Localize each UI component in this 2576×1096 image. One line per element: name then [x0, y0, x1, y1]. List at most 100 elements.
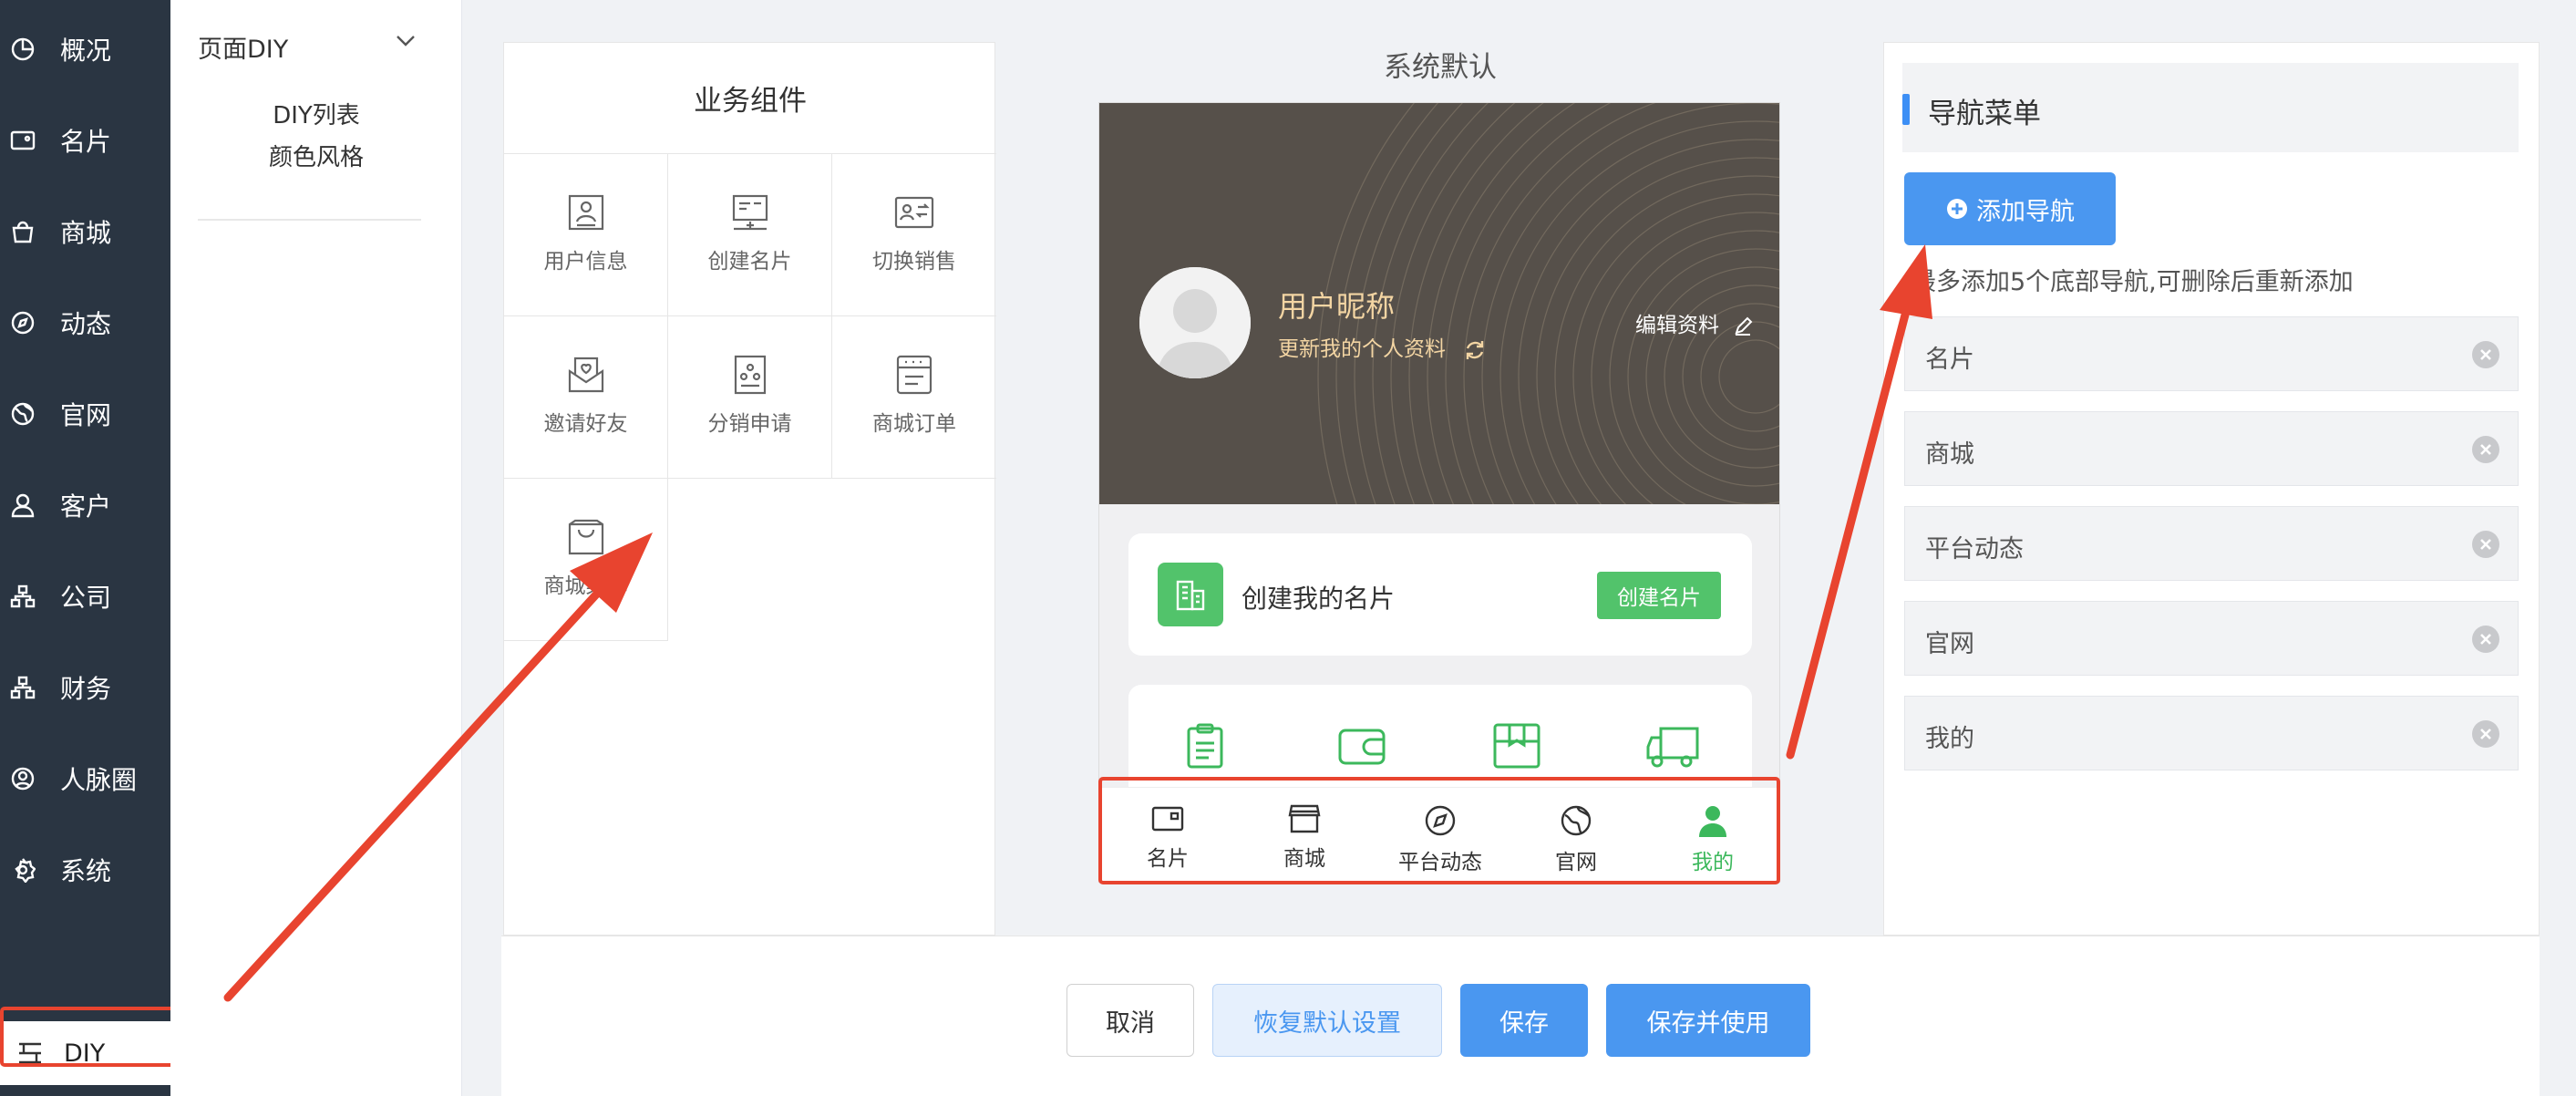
nav-item[interactable]: 名片 — [1904, 316, 2519, 391]
profile-header: 用户昵称 更新我的个人资料 编辑资料 — [1099, 103, 1779, 504]
wallet-icon — [1338, 729, 1386, 765]
sidebar-item-moments[interactable]: 动态 — [0, 295, 170, 350]
navigation-menu-panel: 导航菜单 添加导航 最多添加5个底部导航,可删除后重新添加 名片 商城 平台动态… — [1883, 42, 2540, 936]
nav-item-label: 平台动态 — [1925, 535, 2024, 564]
user-nickname: 用户昵称 — [1278, 289, 1396, 324]
component-label: 用户信息 — [543, 250, 628, 274]
update-profile-text: 更新我的个人资料 — [1278, 337, 1446, 361]
sidebar-item-system[interactable]: 系统 — [0, 843, 170, 897]
nav-item[interactable]: 商城 — [1904, 411, 2519, 486]
pencil-icon — [1735, 316, 1753, 336]
submenu-title[interactable]: 页面DIY — [198, 29, 288, 65]
shopping-bag-icon — [9, 218, 36, 245]
component-label: 邀请好友 — [543, 412, 628, 436]
nav-item[interactable]: 我的 — [1904, 696, 2519, 770]
component-label: 分销申请 — [707, 412, 792, 436]
submenu-link-color-style[interactable]: 颜色风格 — [170, 139, 462, 172]
preview-title: 系统默认 — [1384, 51, 1497, 84]
component-label: 切换销售 — [872, 250, 956, 274]
sidebar-item-mall[interactable]: 商城 — [0, 204, 170, 259]
sidebar-item-website[interactable]: 官网 — [0, 387, 170, 441]
clipboard-icon — [1187, 723, 1223, 769]
component-switch-sales[interactable]: 切换销售 — [832, 154, 996, 316]
sidebar-item-card[interactable]: 名片 — [0, 113, 170, 168]
sidebar-item-finance[interactable]: 财务 — [0, 660, 170, 715]
create-card-icon — [732, 194, 768, 231]
package-icon — [1493, 723, 1540, 769]
add-navigation-button[interactable]: 添加导航 — [1904, 172, 2116, 245]
switch-sales-icon — [894, 196, 934, 229]
save-and-use-button[interactable]: 保存并使用 — [1606, 984, 1810, 1057]
truck-icon — [1646, 727, 1699, 768]
nav-tip-text: 最多添加5个底部导航,可删除后重新添加 — [1911, 268, 2354, 296]
sidebar-item-label: 商城 — [60, 218, 112, 248]
sidebar-item-label: 动态 — [60, 309, 112, 339]
component-label: 创建名片 — [707, 250, 792, 274]
sidebar-item-company[interactable]: 公司 — [0, 569, 170, 624]
components-title: 业务组件 — [504, 43, 996, 154]
nav-item[interactable]: 平台动态 — [1904, 506, 2519, 581]
update-profile-link[interactable]: 更新我的个人资料 — [1278, 331, 1487, 362]
sidebar-item-label: 人脉圈 — [60, 765, 138, 795]
mall-bag-icon — [568, 519, 603, 555]
plus-circle-icon — [1947, 199, 1967, 219]
nav-item-label: 商城 — [1925, 440, 1974, 469]
nav-item-label: 官网 — [1925, 630, 1974, 658]
sidebar-item-network[interactable]: 人脉圈 — [0, 751, 170, 806]
nav-item-label: 名片 — [1925, 346, 1974, 374]
nav-item[interactable]: 官网 — [1904, 601, 2519, 676]
diy-submenu: 页面DIY DIY列表 颜色风格 — [170, 0, 462, 1096]
close-icon[interactable] — [2472, 341, 2499, 368]
default-avatar-icon — [1139, 267, 1251, 378]
close-icon[interactable] — [2472, 531, 2499, 558]
globe-icon — [9, 400, 36, 428]
compass-icon — [9, 309, 36, 336]
sidebar-item-label: 官网 — [60, 400, 112, 430]
phone-preview: 用户昵称 更新我的个人资料 编辑资料 创建我的名片 创建名片 名片 商城 平台动… — [1098, 102, 1780, 883]
wallet-icon — [9, 127, 36, 154]
business-components-panel: 业务组件 用户信息 创建名片 切换销售 邀请好友 分销申请 商城订单 商城菜单 — [503, 42, 996, 936]
component-create-card[interactable]: 创建名片 — [668, 154, 832, 316]
building-icon — [1158, 563, 1223, 626]
close-icon[interactable] — [2472, 626, 2499, 653]
chevron-down-icon[interactable] — [396, 35, 416, 47]
create-card-button[interactable]: 创建名片 — [1597, 572, 1721, 619]
restore-default-button[interactable]: 恢复默认设置 — [1212, 984, 1442, 1057]
cancel-button[interactable]: 取消 — [1066, 984, 1194, 1057]
add-navigation-label: 添加导航 — [1976, 197, 2075, 226]
save-button[interactable]: 保存 — [1460, 984, 1588, 1057]
sidebar-item-overview[interactable]: 概况 — [0, 22, 170, 77]
close-icon[interactable] — [2472, 436, 2499, 463]
create-card-text: 创建我的名片 — [1242, 584, 1396, 614]
user-icon — [9, 491, 36, 519]
annotation-highlight-tabbar — [1098, 777, 1780, 884]
user-info-icon — [568, 194, 603, 231]
sidebar-item-customer[interactable]: 客户 — [0, 478, 170, 532]
component-distribution-apply[interactable]: 分销申请 — [668, 316, 832, 479]
pie-chart-icon — [9, 36, 36, 63]
nav-item-label: 我的 — [1925, 725, 1974, 753]
component-invite-friend[interactable]: 邀请好友 — [504, 316, 668, 479]
main-sidebar: 概况 名片 商城 动态 官网 客户 公司 财务 人脉圈 系统 DIY — [0, 0, 170, 1096]
component-label: 商城菜单 — [543, 574, 628, 598]
sidebar-item-label: 财务 — [60, 674, 112, 704]
submenu-link-diy-list[interactable]: DIY列表 — [170, 97, 462, 130]
person-circle-icon — [9, 765, 36, 792]
close-icon[interactable] — [2472, 720, 2499, 748]
edit-profile-text: 编辑资料 — [1635, 314, 1719, 337]
sidebar-item-label: 客户 — [60, 491, 112, 522]
component-mall-menu[interactable]: 商城菜单 — [504, 479, 668, 641]
avatar[interactable] — [1139, 267, 1251, 378]
component-mall-order[interactable]: 商城订单 — [832, 316, 996, 479]
component-user-info[interactable]: 用户信息 — [504, 154, 668, 316]
refresh-icon[interactable] — [1463, 338, 1487, 362]
distribution-apply-icon — [734, 355, 766, 395]
org-chart-icon — [9, 583, 36, 610]
sidebar-item-label: 名片 — [60, 127, 112, 157]
edit-profile-link[interactable]: 编辑资料 — [1635, 307, 1753, 338]
sidebar-item-label: 公司 — [60, 583, 112, 613]
accent-bar — [1902, 94, 1910, 125]
mall-order-icon — [896, 355, 933, 395]
footer-actions: 取消 恢复默认设置 保存 保存并使用 — [501, 936, 2540, 1096]
annotation-highlight-diy — [0, 1007, 179, 1067]
